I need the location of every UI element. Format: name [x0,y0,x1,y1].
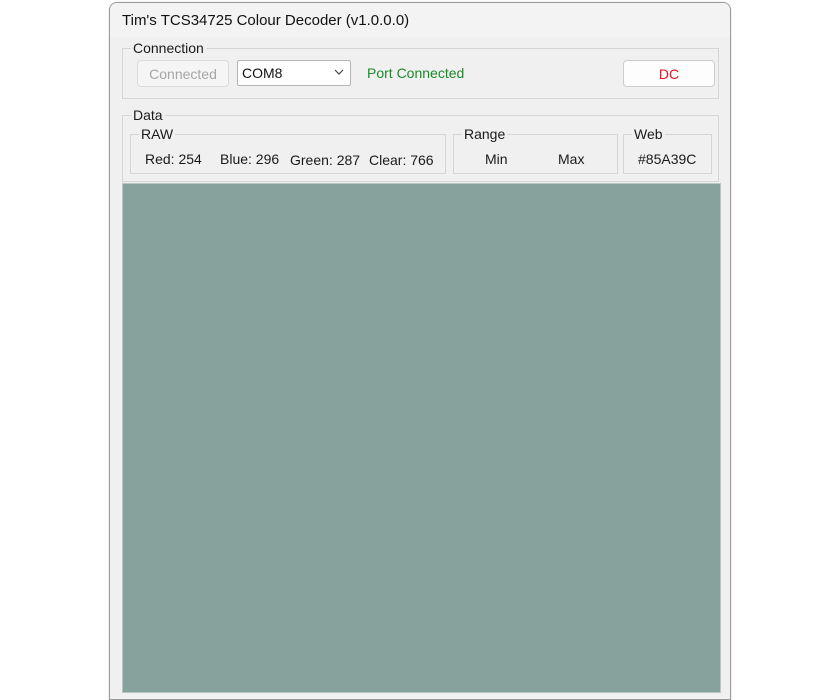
web-legend: Web [634,126,663,142]
range-legend: Range [464,126,506,142]
title-bar[interactable]: Tim's TCS34725 Colour Decoder (v1.0.0.0) [110,3,730,37]
range-max-label: Max [558,151,585,167]
raw-red-value: Red: 254 [145,151,202,167]
raw-legend: RAW [141,126,174,142]
chevron-down-icon [334,69,344,75]
port-select[interactable]: COM8 [237,60,351,86]
connection-status: Port Connected [367,65,465,81]
range-group: Range [453,127,618,174]
raw-clear-value: Clear: 766 [369,152,434,168]
raw-green-value: Green: 287 [290,152,361,168]
window-title: Tim's TCS34725 Colour Decoder (v1.0.0.0) [122,12,410,29]
main-window: Tim's TCS34725 Colour Decoder (v1.0.0.0)… [109,2,731,700]
connect-button[interactable]: Connected [137,60,229,87]
port-select-value: COM8 [242,65,283,81]
disconnect-button[interactable]: DC [623,60,715,87]
raw-blue-value: Blue: 296 [220,151,280,167]
color-swatch-panel [122,183,721,693]
web-hex-value: #85A39C [638,151,697,167]
data-legend: Data [133,107,163,123]
range-min-label: Min [485,151,508,167]
connection-legend: Connection [133,40,204,56]
